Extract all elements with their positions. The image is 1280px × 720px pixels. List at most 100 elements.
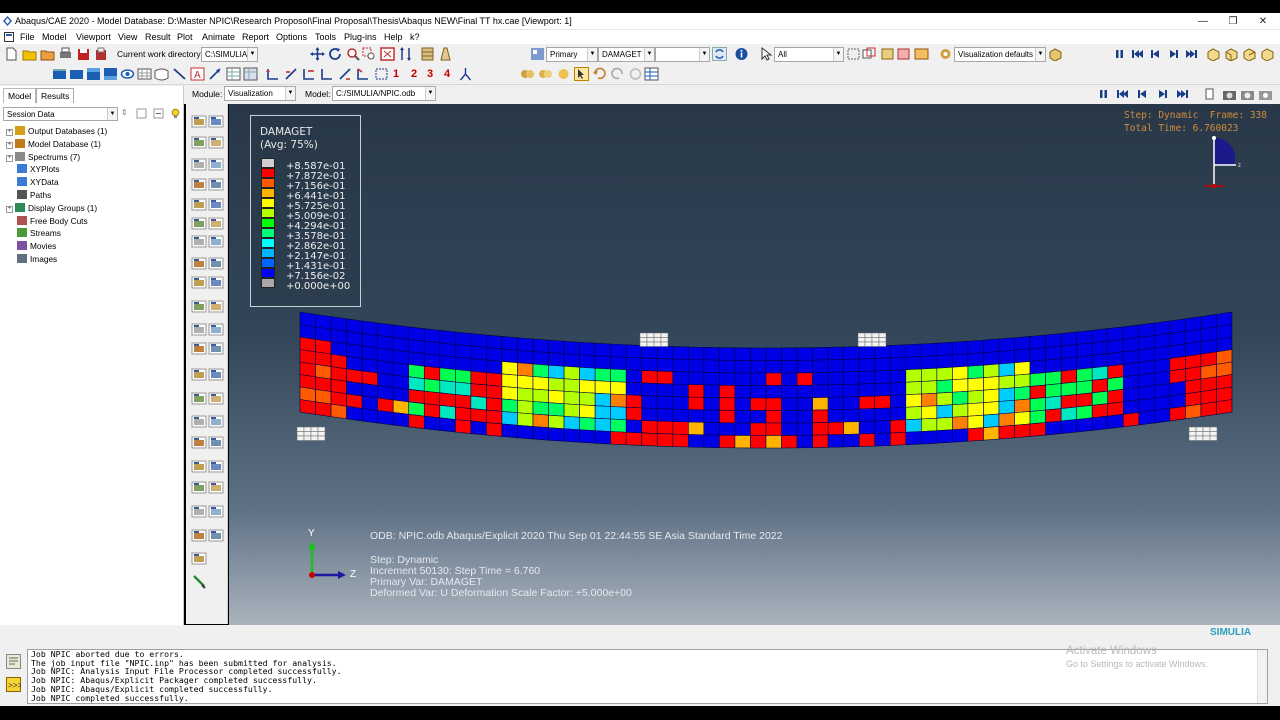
previous-frame-icon[interactable] bbox=[1148, 47, 1163, 61]
view-top-icon[interactable] bbox=[86, 67, 101, 81]
sort-icon[interactable]: ⇕ bbox=[121, 108, 128, 117]
create-xy-icon[interactable] bbox=[191, 177, 207, 192]
tree-item[interactable]: + Model Database (1) bbox=[6, 138, 101, 149]
open-folder-icon[interactable] bbox=[22, 47, 37, 61]
select-region-icon[interactable] bbox=[862, 47, 877, 61]
color-code-icon[interactable] bbox=[208, 275, 224, 290]
pause-icon[interactable] bbox=[1096, 87, 1111, 101]
arrow-annotation-icon[interactable] bbox=[208, 67, 223, 81]
last-frame-icon[interactable] bbox=[1184, 47, 1199, 61]
node-select-4-icon[interactable] bbox=[320, 67, 335, 81]
stream-icon[interactable] bbox=[191, 275, 207, 290]
create-path-icon[interactable] bbox=[191, 234, 207, 249]
view-cube-icon[interactable] bbox=[1048, 47, 1063, 61]
expand-icon[interactable]: + bbox=[6, 154, 13, 162]
display-group-icon[interactable] bbox=[191, 528, 207, 543]
node-select-6-icon[interactable] bbox=[356, 67, 371, 81]
plot-deformed-icon[interactable] bbox=[191, 135, 207, 150]
menu-file[interactable]: File bbox=[20, 32, 35, 42]
probe-table-icon[interactable] bbox=[243, 67, 258, 81]
menu-report[interactable]: Report bbox=[242, 32, 269, 42]
expand-icon[interactable]: + bbox=[6, 205, 13, 213]
node-label-2[interactable]: 2 bbox=[411, 68, 417, 80]
display-options-icon[interactable] bbox=[191, 341, 207, 356]
tree-item[interactable]: + Output Databases (1) bbox=[6, 126, 107, 136]
superimpose-icon[interactable] bbox=[208, 504, 224, 519]
top-view-icon[interactable] bbox=[1242, 47, 1257, 61]
box-zoom-icon[interactable] bbox=[362, 47, 377, 61]
cwd-select[interactable]: C:\SIMULIA ▼ bbox=[201, 47, 258, 62]
section-points-icon[interactable] bbox=[208, 322, 224, 337]
query-table-icon[interactable] bbox=[226, 67, 241, 81]
text-icon[interactable] bbox=[191, 322, 207, 337]
display-group-icon[interactable] bbox=[914, 47, 929, 61]
expand-icon[interactable]: + bbox=[6, 141, 13, 149]
node-select-2-icon[interactable] bbox=[284, 67, 299, 81]
view-bottom-icon[interactable] bbox=[103, 67, 118, 81]
animate-icon[interactable] bbox=[208, 177, 224, 192]
tree-item[interactable]: + Display Groups (1) bbox=[6, 202, 97, 213]
ply-stack-icon[interactable] bbox=[208, 299, 224, 314]
render-sphere-icon[interactable] bbox=[556, 67, 571, 81]
viewport-menu-icon[interactable] bbox=[4, 32, 14, 42]
filter-icon[interactable] bbox=[136, 108, 147, 119]
magnify-icon[interactable] bbox=[346, 47, 361, 61]
mesh-render-icon[interactable] bbox=[438, 47, 453, 61]
replace-selected-icon[interactable] bbox=[208, 216, 224, 231]
menu-plot[interactable]: Plot bbox=[177, 32, 193, 42]
first-frame-icon[interactable] bbox=[1130, 47, 1145, 61]
maximize-button[interactable]: ❐ bbox=[1218, 13, 1248, 30]
cycle-views-icon[interactable] bbox=[398, 47, 413, 61]
sync-icon[interactable] bbox=[712, 47, 727, 61]
visualization-settings-icon[interactable] bbox=[938, 47, 953, 61]
replace-selected-icon[interactable] bbox=[208, 528, 224, 543]
plot-deformed-icon[interactable] bbox=[154, 67, 169, 81]
tab-model[interactable]: Model bbox=[3, 88, 37, 103]
menu-plugins[interactable]: Plug-ins bbox=[344, 32, 377, 42]
edit-icon[interactable] bbox=[208, 391, 224, 406]
pause-icon[interactable] bbox=[1112, 47, 1127, 61]
plot-undeformed-icon[interactable] bbox=[208, 435, 224, 450]
table-view-icon[interactable] bbox=[644, 67, 659, 81]
previous-frame-icon[interactable] bbox=[1135, 87, 1150, 101]
query-icon[interactable] bbox=[208, 157, 224, 172]
close-button[interactable]: ✕ bbox=[1248, 13, 1278, 30]
redo-icon[interactable] bbox=[610, 67, 625, 81]
menu-result[interactable]: Result bbox=[145, 32, 171, 42]
menu-model[interactable]: Model bbox=[42, 32, 67, 42]
text-annotation-icon[interactable]: A bbox=[190, 67, 205, 81]
field-output-icon[interactable] bbox=[208, 367, 224, 382]
snapshot-icon[interactable] bbox=[1258, 87, 1273, 101]
plot-deformed-icon[interactable] bbox=[191, 435, 207, 450]
plot-contours-icon[interactable] bbox=[191, 414, 207, 429]
tree-item[interactable]: Paths bbox=[6, 190, 51, 200]
odb-options-icon[interactable] bbox=[208, 341, 224, 356]
node-label-3[interactable]: 3 bbox=[427, 68, 433, 80]
component-select[interactable]: ▼ bbox=[655, 47, 710, 62]
menu-options[interactable]: Options bbox=[276, 32, 307, 42]
lightbulb-icon[interactable] bbox=[170, 108, 181, 119]
message-area-icon[interactable] bbox=[6, 654, 21, 669]
animation-options-icon[interactable] bbox=[1203, 87, 1218, 101]
auto-fit-icon[interactable] bbox=[380, 47, 395, 61]
show-selected-icon[interactable] bbox=[880, 47, 895, 61]
open-db-icon[interactable] bbox=[40, 47, 55, 61]
plot-symbols-icon[interactable] bbox=[208, 114, 224, 129]
camera-icon[interactable] bbox=[1222, 87, 1237, 101]
color-code-icon[interactable] bbox=[520, 67, 535, 81]
tree-item[interactable]: XYData bbox=[6, 177, 59, 187]
view-front-icon[interactable] bbox=[52, 67, 67, 81]
plot-undeformed-icon[interactable] bbox=[208, 135, 224, 150]
node-select-3-icon[interactable] bbox=[302, 67, 317, 81]
node-select-5-icon[interactable] bbox=[338, 67, 353, 81]
line-tool-icon[interactable] bbox=[172, 67, 187, 81]
menu-context-help[interactable]: k? bbox=[410, 32, 420, 42]
display-group-icon[interactable] bbox=[191, 216, 207, 231]
tab-results[interactable]: Results bbox=[36, 88, 75, 103]
menu-help[interactable]: Help bbox=[384, 32, 403, 42]
first-frame-icon[interactable] bbox=[1115, 87, 1130, 101]
tree-item[interactable]: + Spectrums (7) bbox=[6, 151, 80, 162]
view-back-icon[interactable] bbox=[69, 67, 84, 81]
menu-view[interactable]: View bbox=[118, 32, 137, 42]
grid-select-icon[interactable] bbox=[374, 67, 389, 81]
